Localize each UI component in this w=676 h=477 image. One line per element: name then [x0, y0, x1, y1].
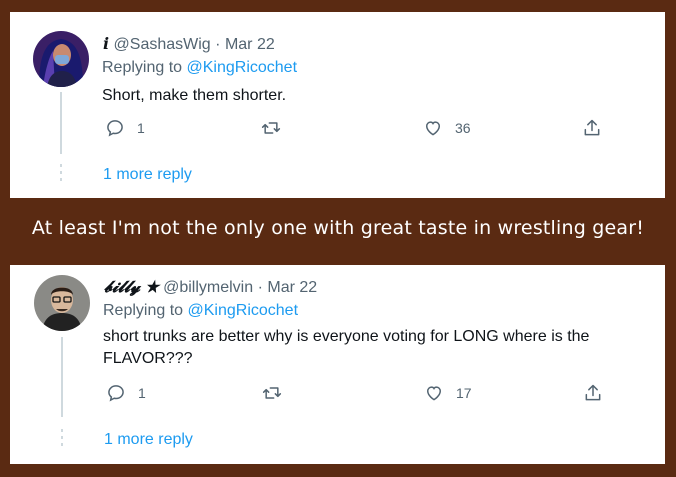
reply-button[interactable]: 1	[105, 118, 145, 138]
thread-dots	[61, 429, 63, 450]
retweet-icon	[261, 122, 281, 134]
retweet-button[interactable]	[260, 118, 282, 138]
retweet-icon	[262, 387, 282, 399]
avatar[interactable]	[34, 275, 90, 331]
replying-line: Replying to @KingRicochet	[102, 59, 297, 77]
replying-prefix: Replying to	[103, 302, 184, 319]
tweet-text: Short, make them shorter.	[102, 87, 287, 104]
caption-text: At least I'm not the only one with great…	[31, 217, 645, 239]
mention-link[interactable]: @KingRicochet	[187, 59, 298, 76]
tweet-card-1[interactable]: i @SashasWig · Mar 22 Replying to @KingR…	[10, 12, 665, 198]
handle[interactable]: @SashasWig	[114, 36, 211, 53]
avatar-image-icon	[34, 275, 90, 331]
like-button[interactable]: 17	[424, 383, 472, 403]
replying-prefix: Replying to	[102, 59, 183, 76]
more-replies-link[interactable]: 1 more reply	[104, 431, 193, 449]
heart-icon	[425, 121, 441, 136]
share-icon	[584, 119, 600, 136]
display-name[interactable]: 𝓫𝓲𝓵𝓵𝔂 ★	[104, 277, 159, 296]
like-button[interactable]: 36	[423, 118, 471, 138]
mention-link[interactable]: @KingRicochet	[188, 302, 299, 319]
avatar-image-icon	[33, 31, 89, 87]
thread-line	[60, 92, 62, 154]
share-button[interactable]	[582, 118, 602, 138]
reply-count: 1	[137, 120, 145, 136]
tweet-date[interactable]: Mar 22	[267, 279, 317, 296]
tweet-header: 𝓫𝓲𝓵𝓵𝔂 ★ @billymelvin · Mar 22	[104, 277, 317, 297]
reply-count: 1	[138, 385, 146, 401]
tweet-header: i @SashasWig · Mar 22	[103, 34, 275, 54]
more-replies-link[interactable]: 1 more reply	[103, 166, 192, 184]
thread-line	[61, 337, 63, 417]
reply-icon	[107, 120, 123, 137]
share-button[interactable]	[583, 383, 603, 403]
like-count: 17	[456, 385, 472, 401]
retweet-button[interactable]	[261, 383, 283, 403]
replying-line: Replying to @KingRicochet	[103, 302, 298, 320]
avatar[interactable]	[33, 31, 89, 87]
separator: ·	[257, 279, 263, 296]
heart-icon	[426, 386, 442, 401]
reply-icon	[108, 385, 124, 402]
tweet-card-2[interactable]: 𝓫𝓲𝓵𝓵𝔂 ★ @billymelvin · Mar 22 Replying t…	[10, 265, 665, 464]
reply-button[interactable]: 1	[106, 383, 146, 403]
like-count: 36	[455, 120, 471, 136]
tweet-text: short trunks are better why is everyone …	[103, 328, 590, 367]
display-name[interactable]: i	[103, 34, 109, 53]
share-icon	[585, 384, 601, 401]
thread-dots	[60, 164, 62, 185]
handle[interactable]: @billymelvin	[163, 279, 253, 296]
tweet-date[interactable]: Mar 22	[225, 36, 275, 53]
separator: ·	[215, 36, 221, 53]
